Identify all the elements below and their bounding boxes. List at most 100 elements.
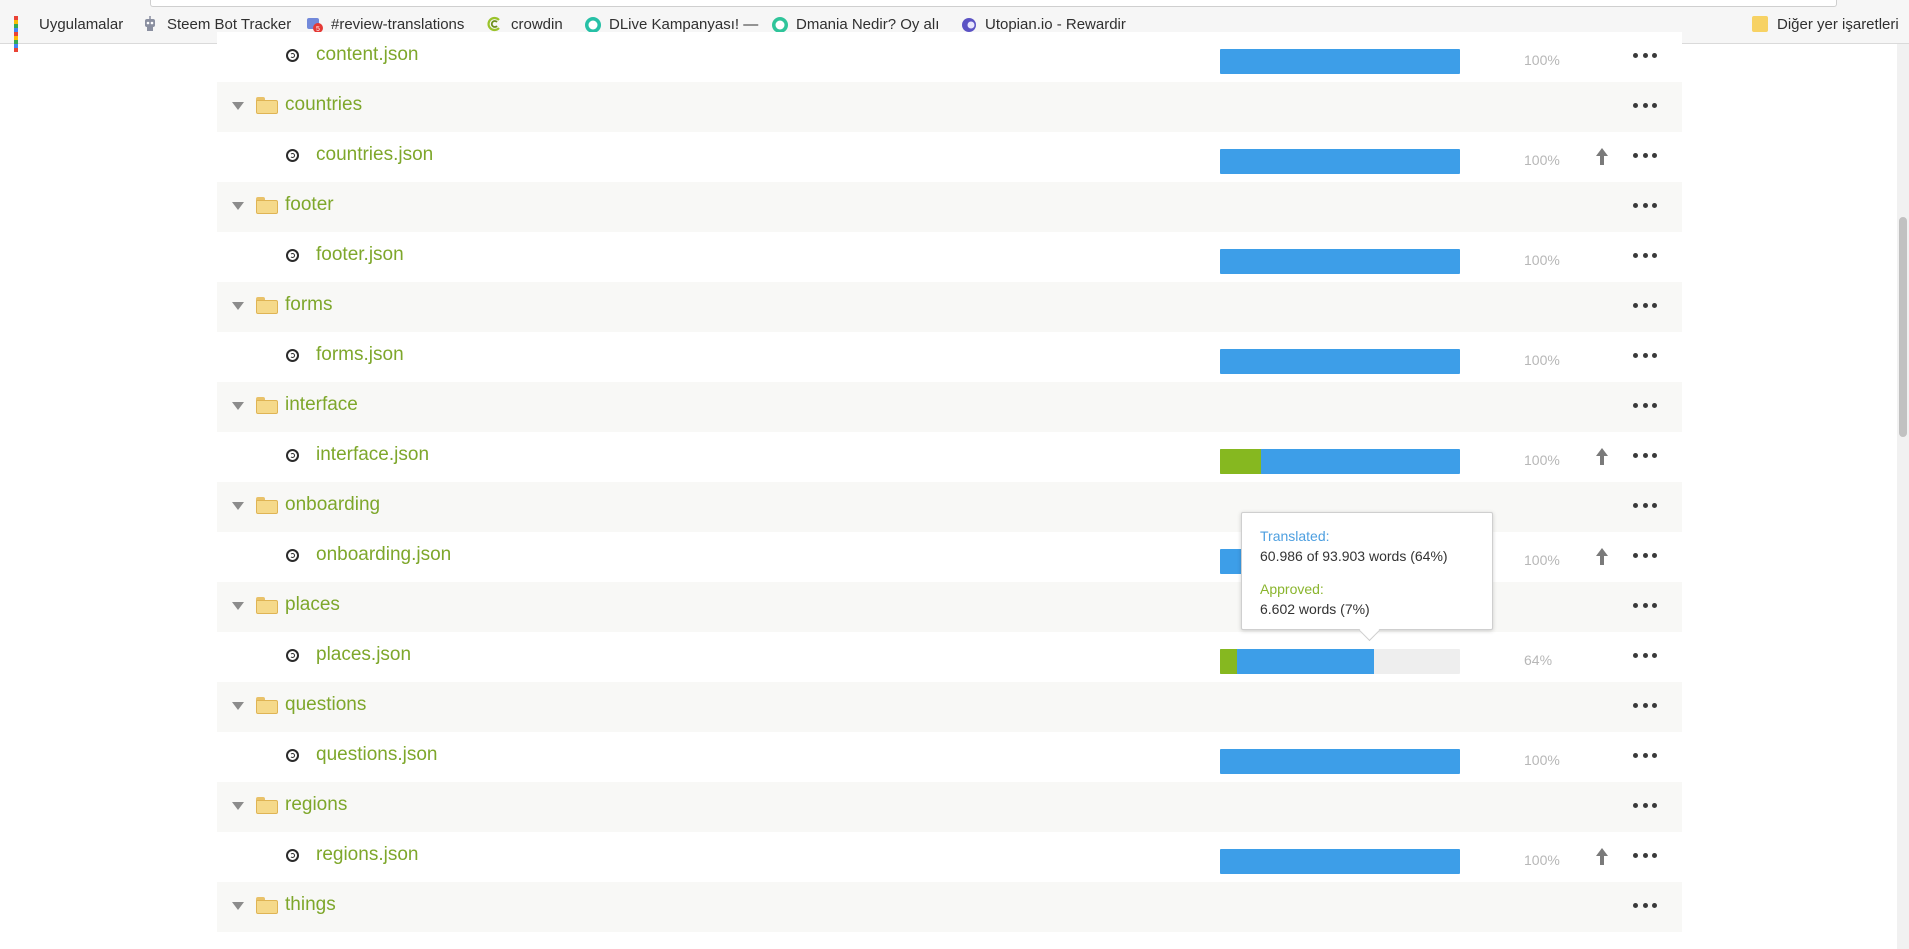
folder-row[interactable]: countries <box>217 82 1682 132</box>
progress-percent: 100% <box>1524 552 1560 568</box>
more-options-icon[interactable] <box>1633 703 1657 709</box>
progress-percent: 100% <box>1524 152 1560 168</box>
caret-down-icon[interactable] <box>232 902 244 910</box>
caret-down-icon[interactable] <box>232 602 244 610</box>
more-options-icon[interactable] <box>1633 853 1657 859</box>
progress-bar[interactable] <box>1220 749 1460 774</box>
more-options-icon[interactable] <box>1633 553 1657 559</box>
upload-arrow-icon[interactable] <box>1595 448 1609 466</box>
bookmark-label: crowdin <box>511 15 563 33</box>
file-row[interactable]: questions.json 100% <box>217 732 1682 782</box>
caret-down-icon[interactable] <box>232 402 244 410</box>
file-name[interactable]: interface.json <box>316 444 429 466</box>
file-row[interactable]: content.json 100% <box>217 32 1682 82</box>
file-row[interactable]: interface.json 100% <box>217 432 1682 482</box>
more-options-icon[interactable] <box>1633 603 1657 609</box>
caret-down-icon[interactable] <box>232 202 244 210</box>
file-name[interactable]: countries.json <box>316 144 433 166</box>
more-options-icon[interactable] <box>1633 203 1657 209</box>
progress-bar[interactable] <box>1220 349 1460 374</box>
bookmark-other-folder[interactable]: Diğer yer işaretleri <box>1752 12 1899 36</box>
more-options-icon[interactable] <box>1633 403 1657 409</box>
folder-name[interactable]: things <box>285 894 336 916</box>
progress-bar[interactable] <box>1220 849 1460 874</box>
folder-icon <box>256 397 278 414</box>
more-options-icon[interactable] <box>1633 503 1657 509</box>
folder-row[interactable]: footer <box>217 182 1682 232</box>
progress-bar[interactable] <box>1220 649 1460 674</box>
more-options-icon[interactable] <box>1633 353 1657 359</box>
folder-row[interactable]: interface <box>217 382 1682 432</box>
more-options-icon[interactable] <box>1633 103 1657 109</box>
caret-down-icon[interactable] <box>232 302 244 310</box>
upload-arrow-icon[interactable] <box>1595 548 1609 566</box>
other-bookmarks-label: Diğer yer işaretleri <box>1777 15 1899 33</box>
progress-bar[interactable] <box>1220 49 1460 74</box>
file-row[interactable]: forms.json 100% <box>217 332 1682 382</box>
scrollbar-thumb[interactable] <box>1899 217 1907 437</box>
caret-down-icon[interactable] <box>232 702 244 710</box>
file-name[interactable]: footer.json <box>316 244 404 266</box>
bookmark-label: Utopian.io - Rewardir <box>985 15 1126 33</box>
folder-icon <box>256 697 278 714</box>
file-row[interactable]: regions.json 100% <box>217 832 1682 882</box>
progress-bar[interactable] <box>1220 249 1460 274</box>
folder-name[interactable]: regions <box>285 794 347 816</box>
caret-down-icon[interactable] <box>232 102 244 110</box>
more-options-icon[interactable] <box>1633 753 1657 759</box>
folder-row[interactable]: forms <box>217 282 1682 332</box>
progress-bar[interactable] <box>1220 449 1460 474</box>
translated-fill <box>1220 749 1460 774</box>
more-options-icon[interactable] <box>1633 653 1657 659</box>
upload-arrow-icon[interactable] <box>1595 848 1609 866</box>
folder-name[interactable]: footer <box>285 194 334 216</box>
bookmark-label: Dmania Nedir? Oy alı <box>796 15 940 33</box>
file-name[interactable]: content.json <box>316 44 418 66</box>
progress-tooltip: Translated: 60.986 of 93.903 words (64%)… <box>1241 512 1493 642</box>
folder-icon <box>1752 16 1768 32</box>
file-row[interactable]: countries.json 100% <box>217 132 1682 182</box>
more-options-icon[interactable] <box>1633 803 1657 809</box>
more-options-icon[interactable] <box>1633 253 1657 259</box>
file-name[interactable]: questions.json <box>316 744 437 766</box>
folder-icon <box>256 797 278 814</box>
bookmark-label: DLive Kampanyası! — <box>609 15 759 33</box>
crowdin-icon <box>486 16 502 32</box>
folder-name[interactable]: questions <box>285 694 366 716</box>
file-name[interactable]: places.json <box>316 644 411 666</box>
folder-row[interactable]: regions <box>217 782 1682 832</box>
tooltip-approved-value: 6.602 words (7%) <box>1260 601 1370 617</box>
utopian-icon <box>960 16 976 32</box>
bookmark-apps[interactable]: Uygulamalar <box>14 12 123 52</box>
folder-name[interactable]: interface <box>285 394 358 416</box>
folder-name[interactable]: onboarding <box>285 494 380 516</box>
file-format-icon <box>286 649 299 662</box>
progress-percent: 100% <box>1524 252 1560 268</box>
folder-row[interactable]: questions <box>217 682 1682 732</box>
folder-name[interactable]: places <box>285 594 340 616</box>
folder-row[interactable]: things <box>217 882 1682 932</box>
file-name[interactable]: onboarding.json <box>316 544 451 566</box>
folder-name[interactable]: countries <box>285 94 362 116</box>
more-options-icon[interactable] <box>1633 303 1657 309</box>
file-row[interactable]: places.json 64% <box>217 632 1682 682</box>
caret-down-icon[interactable] <box>232 802 244 810</box>
file-name[interactable]: regions.json <box>316 844 418 866</box>
more-options-icon[interactable] <box>1633 453 1657 459</box>
file-row[interactable]: footer.json 100% <box>217 232 1682 282</box>
folder-name[interactable]: forms <box>285 294 333 316</box>
address-bar-edge[interactable] <box>150 0 1837 7</box>
more-options-icon[interactable] <box>1633 903 1657 909</box>
folder-icon <box>256 897 278 914</box>
tooltip-approved-label: Approved: <box>1260 581 1324 597</box>
file-name[interactable]: forms.json <box>316 344 404 366</box>
progress-bar[interactable] <box>1220 149 1460 174</box>
more-options-icon[interactable] <box>1633 53 1657 59</box>
scrollbar[interactable] <box>1897 44 1909 949</box>
progress-percent: 100% <box>1524 452 1560 468</box>
upload-arrow-icon[interactable] <box>1595 148 1609 166</box>
more-options-icon[interactable] <box>1633 153 1657 159</box>
caret-down-icon[interactable] <box>232 502 244 510</box>
folder-icon <box>256 97 278 114</box>
file-format-icon <box>286 249 299 262</box>
